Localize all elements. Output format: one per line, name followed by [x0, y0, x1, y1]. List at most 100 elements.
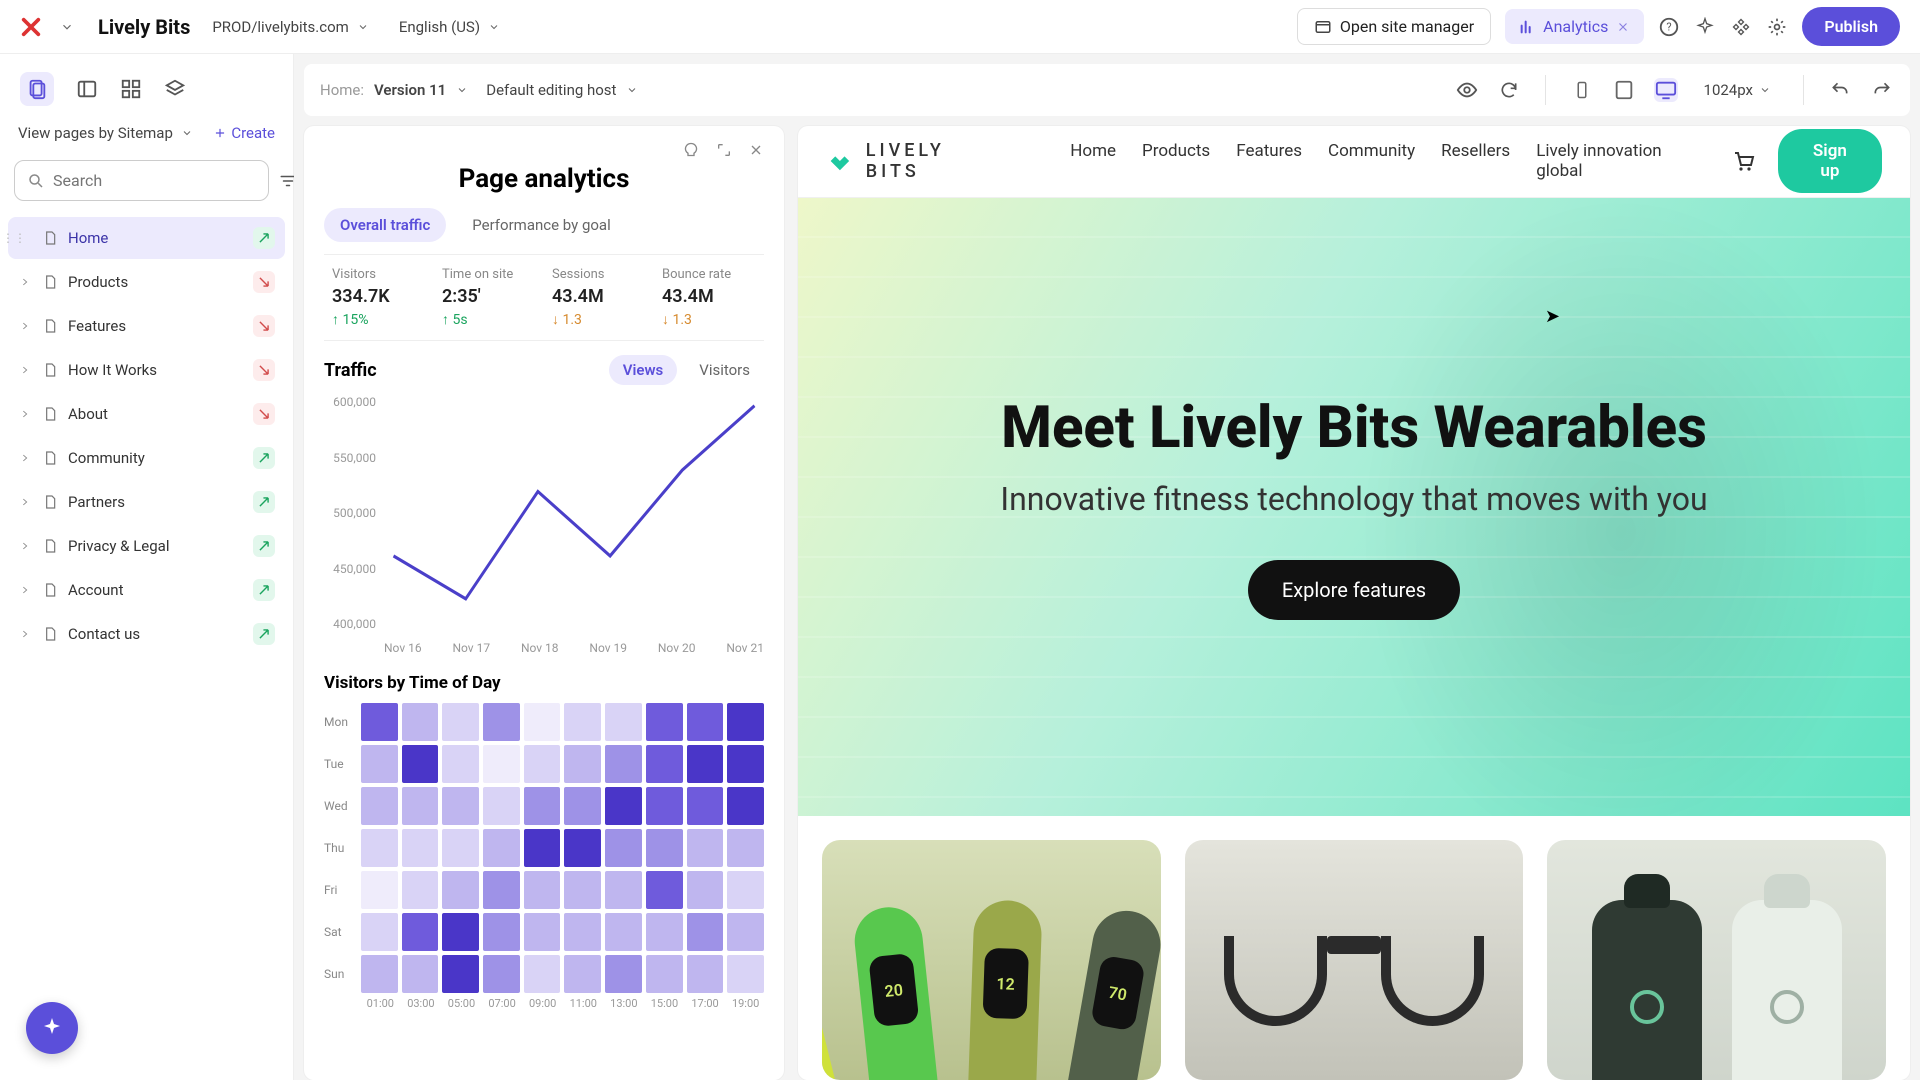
viewport-size-selector[interactable]: 1024px — [1696, 77, 1779, 103]
close-icon[interactable] — [1616, 20, 1630, 34]
cart-icon[interactable] — [1732, 149, 1756, 173]
layers-view-icon[interactable] — [164, 78, 186, 100]
tree-item-products[interactable]: Products — [8, 261, 285, 303]
nav-link-lively-innovation-global[interactable]: Lively innovation global — [1536, 141, 1708, 181]
site-logo[interactable]: LIVELY BITS — [826, 140, 1006, 182]
insights-icon[interactable] — [682, 142, 700, 160]
heat-cell — [646, 913, 683, 951]
tree-item-home[interactable]: ⋮⋮Home — [8, 217, 285, 259]
heat-cell — [727, 829, 764, 867]
drag-handle-icon[interactable]: ⋮⋮ — [2, 231, 26, 245]
expand-icon[interactable] — [716, 142, 732, 160]
traffic-tab-views[interactable]: Views — [609, 355, 678, 385]
analytics-chip[interactable]: Analytics — [1505, 9, 1644, 44]
search-input-wrap[interactable] — [14, 160, 269, 201]
traffic-line-chart: 600,000550,000500,000450,000400,000 Nov … — [324, 395, 764, 655]
device-mobile-icon[interactable] — [1570, 78, 1594, 102]
heat-cell — [687, 955, 724, 993]
cursor-icon: ➤ — [1545, 306, 1560, 327]
app-menu-chevron-icon[interactable] — [56, 16, 78, 38]
nav-link-products[interactable]: Products — [1142, 141, 1210, 181]
apps-icon[interactable] — [1730, 16, 1752, 38]
help-icon[interactable]: ? — [1658, 16, 1680, 38]
tree-item-privacy-legal[interactable]: Privacy & Legal — [8, 525, 285, 567]
tree-item-contact-us[interactable]: Contact us — [8, 613, 285, 655]
expand-icon[interactable] — [18, 365, 32, 375]
heat-cell — [646, 829, 683, 867]
device-desktop-icon[interactable] — [1654, 78, 1678, 102]
search-icon — [27, 172, 45, 190]
heat-cell — [402, 955, 439, 993]
close-panel-icon[interactable] — [748, 142, 764, 160]
signup-button[interactable]: Sign up — [1778, 129, 1882, 193]
tree-item-label: Privacy & Legal — [68, 537, 170, 555]
site-preview: LIVELY BITS Home Products Features Communit… — [798, 126, 1910, 1080]
page-icon — [42, 582, 58, 598]
traffic-tab-visitors[interactable]: Visitors — [685, 355, 764, 385]
create-page-button[interactable]: Create — [213, 124, 275, 142]
tree-item-account[interactable]: Account — [8, 569, 285, 611]
tab-performance-by-goal[interactable]: Performance by goal — [456, 208, 626, 242]
tree-item-community[interactable]: Community — [8, 437, 285, 479]
heat-row-mon: Mon — [324, 703, 764, 741]
app-topbar: Lively Bits PROD/livelybits.com English … — [0, 0, 1920, 54]
expand-icon[interactable] — [18, 409, 32, 419]
tab-overall-traffic[interactable]: Overall traffic — [324, 208, 446, 242]
environment-selector[interactable]: PROD/livelybits.com — [204, 14, 376, 40]
redo-icon[interactable] — [1870, 78, 1894, 102]
heat-day-label: Fri — [324, 883, 357, 897]
open-site-manager-button[interactable]: Open site manager — [1297, 8, 1491, 45]
sparkle-icon[interactable] — [1694, 16, 1716, 38]
explore-features-button[interactable]: Explore features — [1248, 560, 1460, 620]
reload-icon[interactable] — [1497, 78, 1521, 102]
device-tablet-icon[interactable] — [1612, 78, 1636, 102]
tree-item-label: Account — [68, 581, 124, 599]
panel-view-icon[interactable] — [76, 78, 98, 100]
expand-icon[interactable] — [18, 629, 32, 639]
heat-cell — [402, 703, 439, 741]
page-icon — [42, 318, 58, 334]
viewport-size-label: 1024px — [1704, 81, 1753, 99]
heat-cell — [646, 955, 683, 993]
nav-link-home[interactable]: Home — [1070, 141, 1116, 181]
sitemap-view-selector[interactable]: View pages by Sitemap — [18, 124, 193, 142]
page-version-selector[interactable]: Home: Version 11 — [320, 81, 468, 99]
pages-view-icon[interactable] — [20, 72, 54, 106]
expand-icon[interactable] — [18, 321, 32, 331]
assistant-fab[interactable] — [26, 1002, 78, 1054]
nav-link-resellers[interactable]: Resellers — [1441, 141, 1510, 181]
settings-icon[interactable] — [1766, 16, 1788, 38]
analytics-chip-label: Analytics — [1543, 17, 1608, 36]
publish-button[interactable]: Publish — [1802, 7, 1900, 46]
nav-link-community[interactable]: Community — [1328, 141, 1415, 181]
tree-item-partners[interactable]: Partners — [8, 481, 285, 523]
locale-selector[interactable]: English (US) — [391, 14, 508, 40]
preview-eye-icon[interactable] — [1455, 78, 1479, 102]
tree-item-features[interactable]: Features — [8, 305, 285, 347]
heat-cell — [442, 787, 479, 825]
expand-icon[interactable] — [18, 541, 32, 551]
search-input[interactable] — [53, 171, 256, 190]
expand-icon[interactable] — [18, 585, 32, 595]
heat-cell — [483, 787, 520, 825]
components-view-icon[interactable] — [120, 78, 142, 100]
expand-icon[interactable] — [18, 277, 32, 287]
metric-label: Visitors — [332, 267, 426, 282]
undo-icon[interactable] — [1828, 78, 1852, 102]
nav-link-features[interactable]: Features — [1236, 141, 1302, 181]
product-card-bottles[interactable] — [1547, 840, 1886, 1080]
tree-item-how-it-works[interactable]: How It Works — [8, 349, 285, 391]
expand-icon[interactable] — [18, 497, 32, 507]
band-display: 20 — [868, 953, 919, 1027]
heat-cell — [402, 913, 439, 951]
heat-cell — [727, 787, 764, 825]
heat-cell — [727, 703, 764, 741]
product-card-bands[interactable]: 1220127010 — [822, 840, 1161, 1080]
heat-cell — [646, 745, 683, 783]
expand-icon[interactable] — [18, 453, 32, 463]
product-card-glasses[interactable] — [1185, 840, 1524, 1080]
trend-down-icon — [253, 315, 275, 337]
heat-cell — [564, 955, 601, 993]
tree-item-about[interactable]: About — [8, 393, 285, 435]
editing-host-selector[interactable]: Default editing host — [486, 81, 638, 99]
